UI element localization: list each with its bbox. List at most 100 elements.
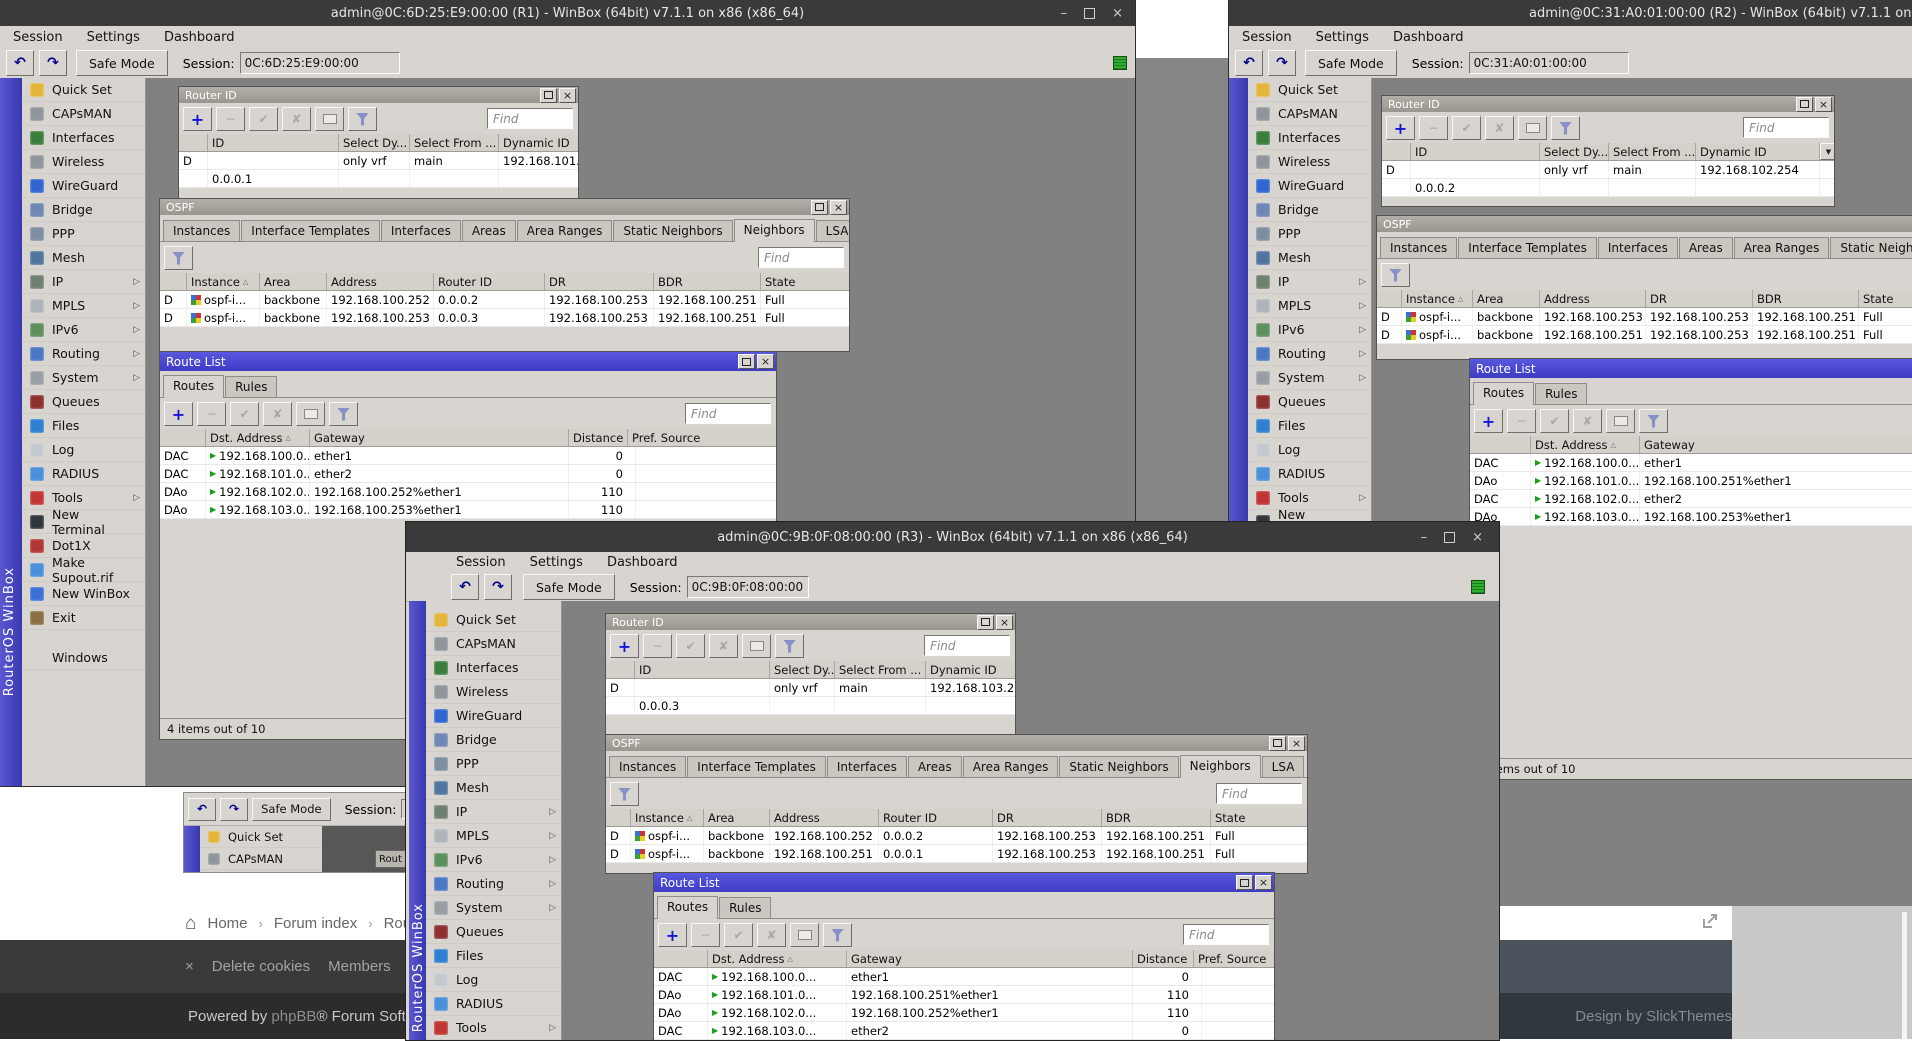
close-icon[interactable]: × xyxy=(1472,530,1483,545)
remove-button[interactable]: − xyxy=(216,107,245,131)
sidebar-item[interactable]: Quick Set xyxy=(200,826,322,848)
disable-button[interactable]: ✘ xyxy=(1573,409,1602,433)
comment-button[interactable] xyxy=(296,402,325,426)
undo-icon[interactable]: ↶ xyxy=(188,797,217,821)
sidebar-item[interactable]: CAPsMAN ▷ xyxy=(22,102,145,126)
close-icon[interactable]: × xyxy=(1288,735,1305,751)
enable-button[interactable]: ✔ xyxy=(230,402,259,426)
tab-static-neighbors[interactable]: Static Neighbors xyxy=(613,220,733,241)
find-input[interactable]: Find xyxy=(758,247,844,268)
tab-rules[interactable]: Rules xyxy=(719,897,772,918)
enable-button[interactable]: ✔ xyxy=(1452,116,1481,140)
sidebar-item[interactable]: Routing ▷ xyxy=(22,342,145,366)
sidebar-item[interactable]: Wireless ▷ xyxy=(1248,150,1371,174)
sidebar-item[interactable]: Mesh ▷ xyxy=(426,776,561,800)
sidebar-item[interactable]: New Terminal ▷ xyxy=(22,507,145,537)
tab-area-ranges[interactable]: Area Ranges xyxy=(1733,237,1830,258)
tab-areas[interactable]: Areas xyxy=(907,756,962,777)
table-row[interactable]: DAo ▶ 192.168.103.0... 192.168.100.253%et… xyxy=(1470,508,1912,526)
window-titlebar[interactable]: admin@0C:6D:25:E9:00:00 (R1) - WinBox (6… xyxy=(0,0,1135,26)
column-header[interactable]: Dst. Address △ xyxy=(1531,436,1640,453)
sidebar-item[interactable]: Make Supout.rif xyxy=(22,555,145,585)
disable-button[interactable]: ✘ xyxy=(709,634,738,658)
column-header[interactable]: Pref. Source xyxy=(1194,950,1274,967)
column-header[interactable]: State xyxy=(761,273,849,290)
sidebar-item[interactable]: Quick Set ▷ xyxy=(22,78,145,102)
maximize-icon[interactable] xyxy=(1796,96,1813,112)
home-icon[interactable]: ⌂ xyxy=(185,914,196,933)
tab-routes[interactable]: Routes xyxy=(657,896,719,919)
subwindow-titlebar[interactable]: Router ID × xyxy=(1382,96,1834,112)
tab-rules[interactable]: Rules xyxy=(1535,383,1588,404)
safe-mode-button[interactable]: Safe Mode xyxy=(523,574,615,600)
table-row[interactable]: D ospf-i... backbone 192.168.100.253 0.0… xyxy=(160,309,849,327)
sidebar-item[interactable]: Log ▷ xyxy=(22,438,145,462)
column-header[interactable]: ID xyxy=(208,134,339,151)
column-header[interactable]: Address xyxy=(327,273,434,290)
column-header[interactable]: DR xyxy=(993,809,1102,826)
sidebar-item[interactable]: System ▷ xyxy=(1248,366,1371,390)
tab-static-neighbors[interactable]: Static Neighbors xyxy=(1830,237,1912,258)
column-header[interactable]: BDR xyxy=(1753,290,1859,307)
disable-button[interactable]: ✘ xyxy=(282,107,311,131)
breadcrumb-forum-index[interactable]: Forum index xyxy=(274,915,357,932)
comment-button[interactable] xyxy=(315,107,344,131)
tab-lsa[interactable]: LSA xyxy=(1261,756,1305,777)
sidebar-item[interactable]: PPP ▷ xyxy=(1248,222,1371,246)
table-row[interactable]: D only vrf main 192.168.101.254 xyxy=(179,152,578,170)
filter-button[interactable] xyxy=(164,246,193,270)
sidebar-item[interactable]: Bridge ▷ xyxy=(22,198,145,222)
enable-button[interactable]: ✔ xyxy=(249,107,278,131)
sidebar-item[interactable]: Files ▷ xyxy=(426,944,561,968)
sidebar-item[interactable]: RADIUS ▷ xyxy=(426,992,561,1016)
sidebar-item[interactable]: PPP ▷ xyxy=(426,752,561,776)
sidebar-item[interactable]: Exit xyxy=(22,606,145,630)
sidebar-item[interactable]: RADIUS ▷ xyxy=(1248,462,1371,486)
remove-button[interactable]: − xyxy=(197,402,226,426)
column-header[interactable]: Select Dy... xyxy=(339,134,410,151)
table-row[interactable]: D ospf-i... backbone 192.168.100.252 0.0… xyxy=(160,291,849,309)
sidebar-item[interactable]: IP ▷ xyxy=(426,800,561,824)
column-header[interactable]: Dynamic ID xyxy=(1696,143,1820,160)
close-icon[interactable]: × xyxy=(1112,6,1123,21)
table-row[interactable]: DAC ▶ 192.168.100.0... ether1 xyxy=(1470,454,1912,472)
add-button[interactable]: + xyxy=(658,923,687,947)
sidebar-item[interactable]: Log ▷ xyxy=(426,968,561,992)
add-button[interactable]: + xyxy=(1386,116,1415,140)
column-selector-button[interactable]: ▼ xyxy=(1820,143,1834,160)
column-header[interactable]: Instance △ xyxy=(1402,290,1473,307)
column-header[interactable]: Area xyxy=(1473,290,1540,307)
sidebar-item[interactable]: Queues ▷ xyxy=(426,920,561,944)
column-header[interactable]: Router ID xyxy=(879,809,993,826)
subwindow-titlebar[interactable]: OSPF xyxy=(1377,216,1912,232)
maximize-icon[interactable] xyxy=(738,354,755,369)
safe-mode-button[interactable]: Safe Mode xyxy=(1305,50,1397,76)
redo-icon[interactable]: ↷ xyxy=(39,50,67,76)
filter-button[interactable] xyxy=(775,634,804,658)
disable-button[interactable]: ✘ xyxy=(263,402,292,426)
maximize-icon[interactable] xyxy=(811,199,828,215)
filter-button[interactable] xyxy=(1381,263,1410,287)
sidebar-item[interactable]: Quick Set ▷ xyxy=(1248,78,1371,102)
column-header[interactable]: BDR xyxy=(1102,809,1211,826)
column-header[interactable]: Distance xyxy=(1133,950,1194,967)
table-row[interactable]: DAo ▶ 192.168.102.0... 192.168.100.252%et… xyxy=(654,1004,1274,1022)
column-header[interactable]: Dst. Address △ xyxy=(708,950,847,967)
find-input[interactable]: Find xyxy=(1216,783,1302,804)
close-icon[interactable]: × xyxy=(1815,96,1832,112)
maximize-icon[interactable] xyxy=(1444,531,1456,543)
tab-interfaces[interactable]: Interfaces xyxy=(826,756,907,777)
column-header[interactable]: Dst. Address △ xyxy=(206,429,310,446)
filter-button[interactable] xyxy=(1639,409,1668,433)
sidebar-item[interactable]: WireGuard ▷ xyxy=(1248,174,1371,198)
sidebar-item[interactable]: MPLS ▷ xyxy=(22,294,145,318)
tab-interfaces[interactable]: Interfaces xyxy=(380,220,461,241)
menu-item[interactable]: Dashboard xyxy=(164,30,235,45)
phpbb-link[interactable]: phpBB xyxy=(271,1008,316,1025)
sidebar-item[interactable]: Log ▷ xyxy=(1248,438,1371,462)
find-input[interactable]: Find xyxy=(1183,924,1269,945)
undo-icon[interactable]: ↶ xyxy=(1235,50,1263,76)
menu-item[interactable]: Settings xyxy=(1316,30,1369,45)
sidebar-item[interactable]: CAPsMAN ▷ xyxy=(1248,102,1371,126)
column-header[interactable]: BDR xyxy=(654,273,761,290)
